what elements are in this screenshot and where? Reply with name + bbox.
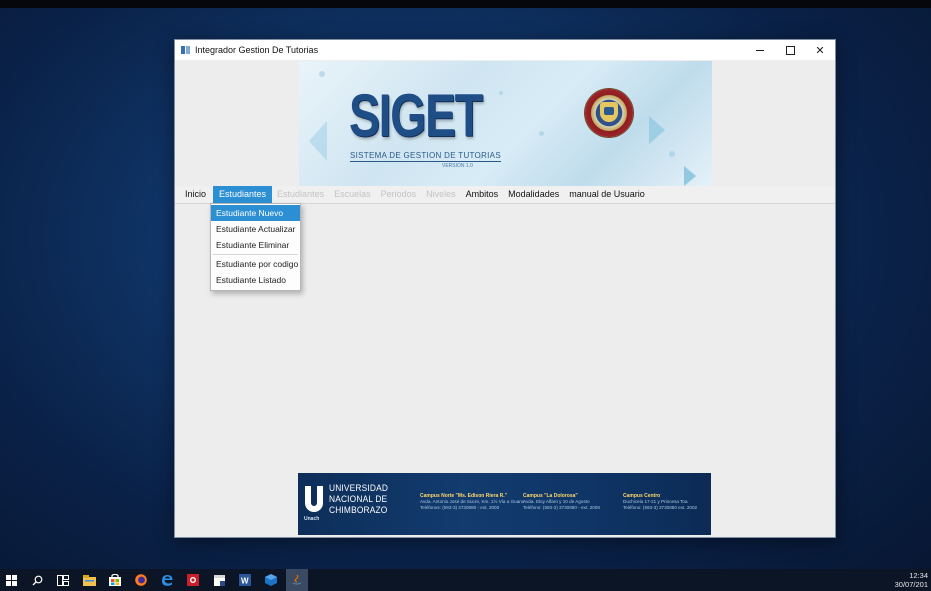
- sticky-notes-icon[interactable]: [208, 569, 230, 591]
- clock-date: 30/07/201: [894, 580, 928, 589]
- desktop-top-edge: [0, 0, 931, 8]
- word-icon[interactable]: W: [234, 569, 256, 591]
- siget-logo: SIGET: [349, 82, 483, 149]
- menu-separator: [213, 254, 298, 255]
- campus-dolorosa-info: Campus "La Dolorosa" Avda. Eloy Alfaro y…: [523, 493, 600, 510]
- university-seal-icon: [585, 89, 633, 137]
- window-controls: ✕: [745, 40, 835, 60]
- campus-norte-info: Campus Norte "Ms. Edison Riera R." Avda.…: [420, 493, 525, 510]
- taskbar: W 12:34 30/07/201: [0, 569, 931, 591]
- title-bar[interactable]: Integrador Gestion De Tutorias ✕: [175, 40, 835, 60]
- store-icon[interactable]: [104, 569, 126, 591]
- windows-start-icon[interactable]: [0, 569, 22, 591]
- menu-estudiantes[interactable]: Estudiantes: [213, 186, 273, 203]
- campus-centro-info: Campus Centro Duchicela 17-21 y Princesa…: [623, 493, 698, 510]
- banner-version: VERSION 1.0: [442, 163, 473, 169]
- unach-logo-icon: [305, 486, 323, 512]
- minimize-button[interactable]: [745, 40, 775, 60]
- unach-abbr: Unach: [304, 516, 320, 522]
- edge-icon[interactable]: [156, 569, 178, 591]
- window-title: Integrador Gestion De Tutorias: [195, 45, 319, 55]
- menu-escuelas: Escuelas: [334, 189, 371, 199]
- app-icon: [181, 46, 190, 54]
- firefox-icon[interactable]: [130, 569, 152, 591]
- menu-item-estudiante-por-codigo[interactable]: Estudiante por codigo: [211, 256, 300, 272]
- menu-item-estudiante-listado[interactable]: Estudiante Listado: [211, 272, 300, 288]
- menu-estudiantes-disabled: Estudiantes: [277, 189, 325, 199]
- menu-modalidades[interactable]: Modalidades: [503, 186, 564, 203]
- app-red-icon[interactable]: [182, 569, 204, 591]
- menu-item-estudiante-eliminar[interactable]: Estudiante Eliminar: [211, 237, 300, 253]
- close-button[interactable]: ✕: [805, 40, 835, 60]
- virtualbox-icon[interactable]: [260, 569, 282, 591]
- menu-inicio[interactable]: Inicio: [175, 186, 211, 203]
- window-content: SIGET SISTEMA DE GESTION DE TUTORIAS VER…: [175, 60, 835, 537]
- app-window: Integrador Gestion De Tutorias ✕ SIGET S…: [174, 39, 836, 538]
- search-icon[interactable]: [26, 569, 48, 591]
- estudiantes-dropdown: Estudiante Nuevo Estudiante Actualizar E…: [210, 203, 301, 291]
- java-app-icon[interactable]: [286, 569, 308, 591]
- maximize-button[interactable]: [775, 40, 805, 60]
- menu-bar: Inicio Estudiantes Estudiantes Escuelas …: [175, 186, 835, 204]
- menu-manual-de-usuario[interactable]: manual de Usuario: [564, 186, 650, 203]
- clock-time: 12:34: [909, 571, 928, 580]
- menu-item-estudiante-actualizar[interactable]: Estudiante Actualizar: [211, 221, 300, 237]
- svg-text:W: W: [241, 577, 249, 586]
- task-view-icon[interactable]: [52, 569, 74, 591]
- unach-footer-banner: Unach UNIVERSIDAD NACIONAL DE CHIMBORAZO…: [298, 473, 711, 535]
- menu-niveles: Niveles: [426, 189, 456, 199]
- file-explorer-icon[interactable]: [78, 569, 100, 591]
- siget-banner: SIGET SISTEMA DE GESTION DE TUTORIAS VER…: [299, 61, 712, 186]
- menu-ambitos[interactable]: Ambitos: [461, 186, 504, 203]
- menu-periodos: Periodos: [380, 189, 417, 199]
- system-clock[interactable]: 12:34 30/07/201: [895, 571, 928, 589]
- banner-subtitle: SISTEMA DE GESTION DE TUTORIAS: [350, 151, 501, 162]
- menu-item-estudiante-nuevo[interactable]: Estudiante Nuevo: [211, 205, 300, 221]
- university-name: UNIVERSIDAD NACIONAL DE CHIMBORAZO: [329, 483, 389, 516]
